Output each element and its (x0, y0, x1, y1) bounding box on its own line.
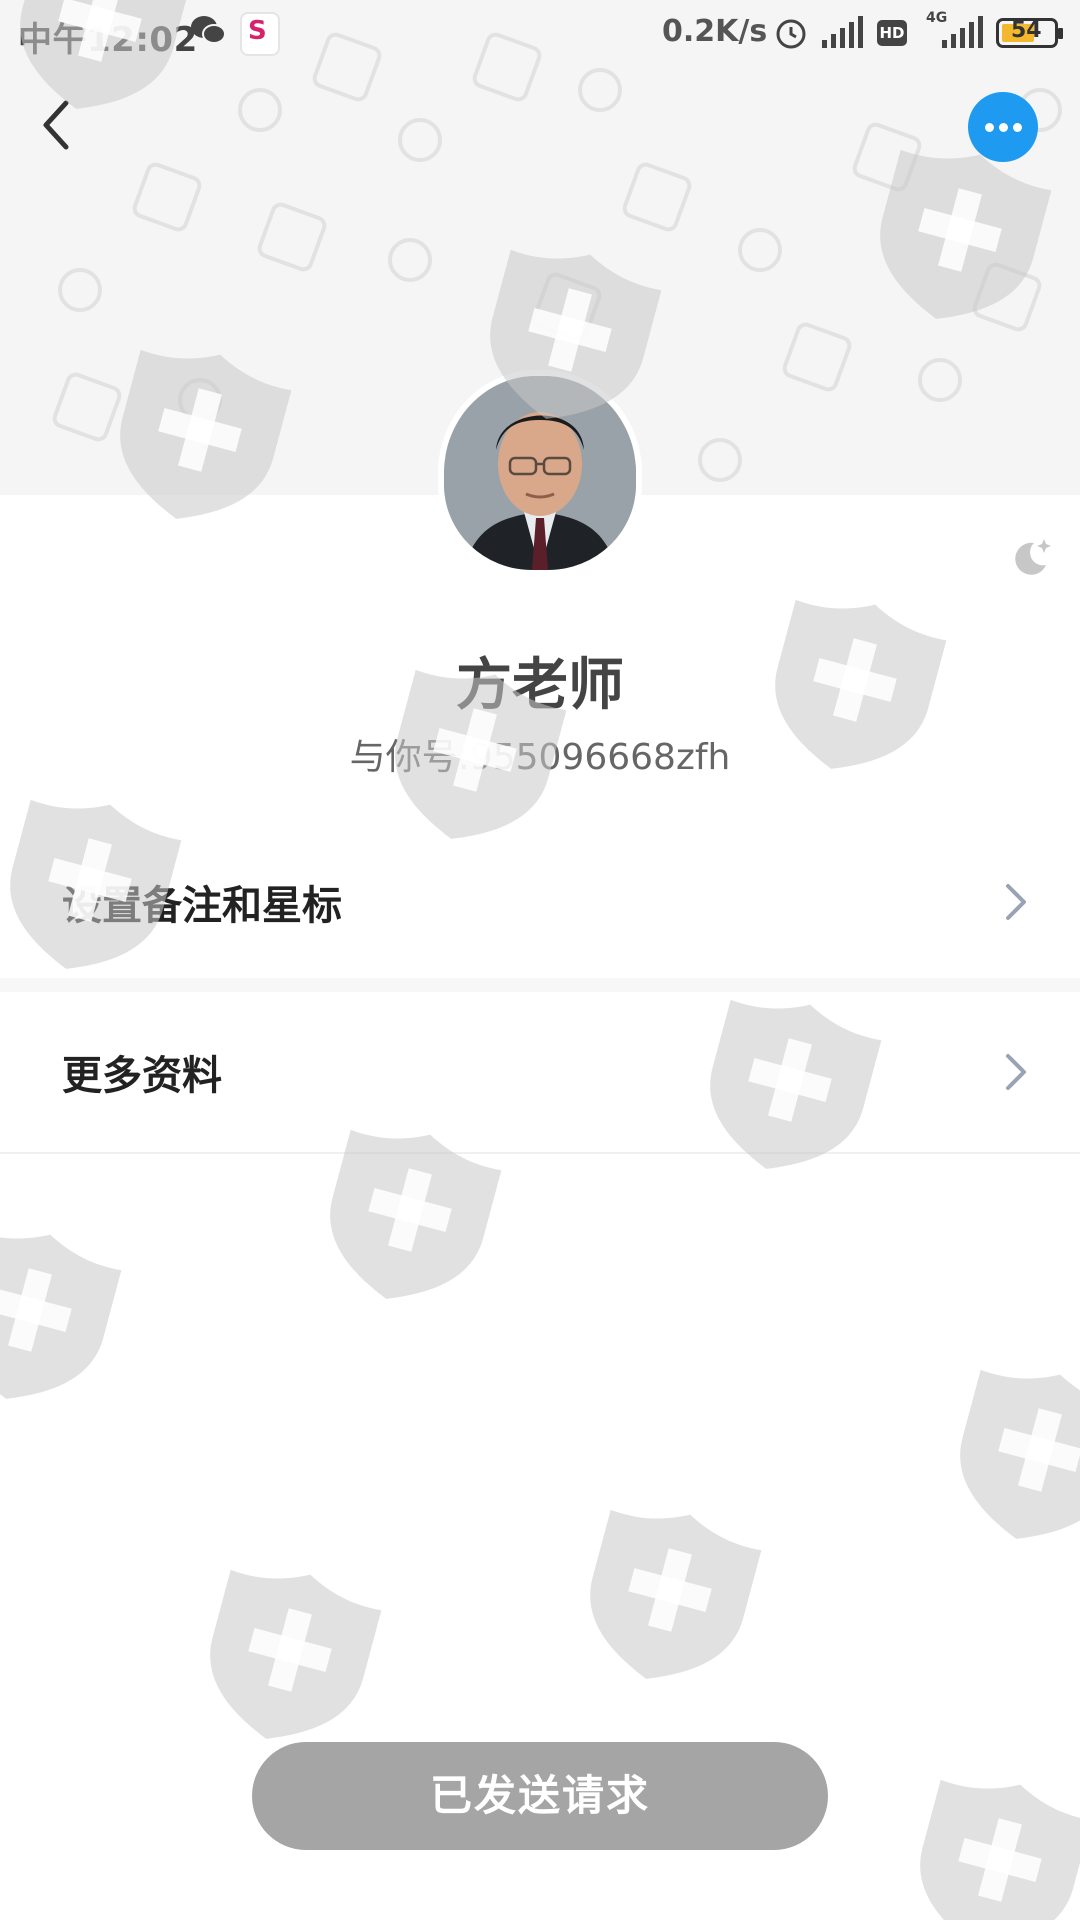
menu-item-label: 更多资料 (62, 1053, 222, 1099)
menu-item-remark-star[interactable]: 设置备注和星标 (0, 822, 1080, 984)
signal-4g-icon (942, 16, 983, 48)
contact-name: 方老师 (456, 653, 624, 718)
app-icon: S (240, 12, 280, 56)
avatar[interactable] (438, 370, 642, 576)
moon-icon[interactable] (1008, 535, 1052, 579)
more-button[interactable] (968, 92, 1038, 162)
chevron-right-icon (1006, 884, 1026, 920)
wechat-icon (191, 16, 226, 44)
menu-item-label: 设置备注和星标 (62, 883, 342, 929)
status-time: 中午12:02 (18, 20, 198, 60)
battery-level: 54 (1011, 18, 1042, 43)
section-divider (0, 978, 1080, 992)
contact-account-id: 与你号:955096668zfh (349, 737, 731, 778)
alarm-icon (776, 19, 806, 49)
signal-icon (822, 16, 863, 48)
chevron-left-icon (43, 100, 69, 150)
chevron-right-icon (1006, 1054, 1026, 1090)
battery-icon: 54 (996, 18, 1063, 48)
back-button[interactable] (30, 95, 90, 155)
menu-item-more-info[interactable]: 更多资料 (0, 992, 1080, 1154)
hd-icon: HD (877, 20, 907, 46)
status-net-speed: 0.2K/s (662, 14, 768, 49)
status-bar: 中午12:02 S 0.2K/s HD 4G 54 (0, 0, 1080, 66)
request-sent-button[interactable]: 已发送请求 (252, 1742, 828, 1850)
more-dots-icon (985, 123, 994, 132)
avatar-photo (444, 376, 636, 570)
